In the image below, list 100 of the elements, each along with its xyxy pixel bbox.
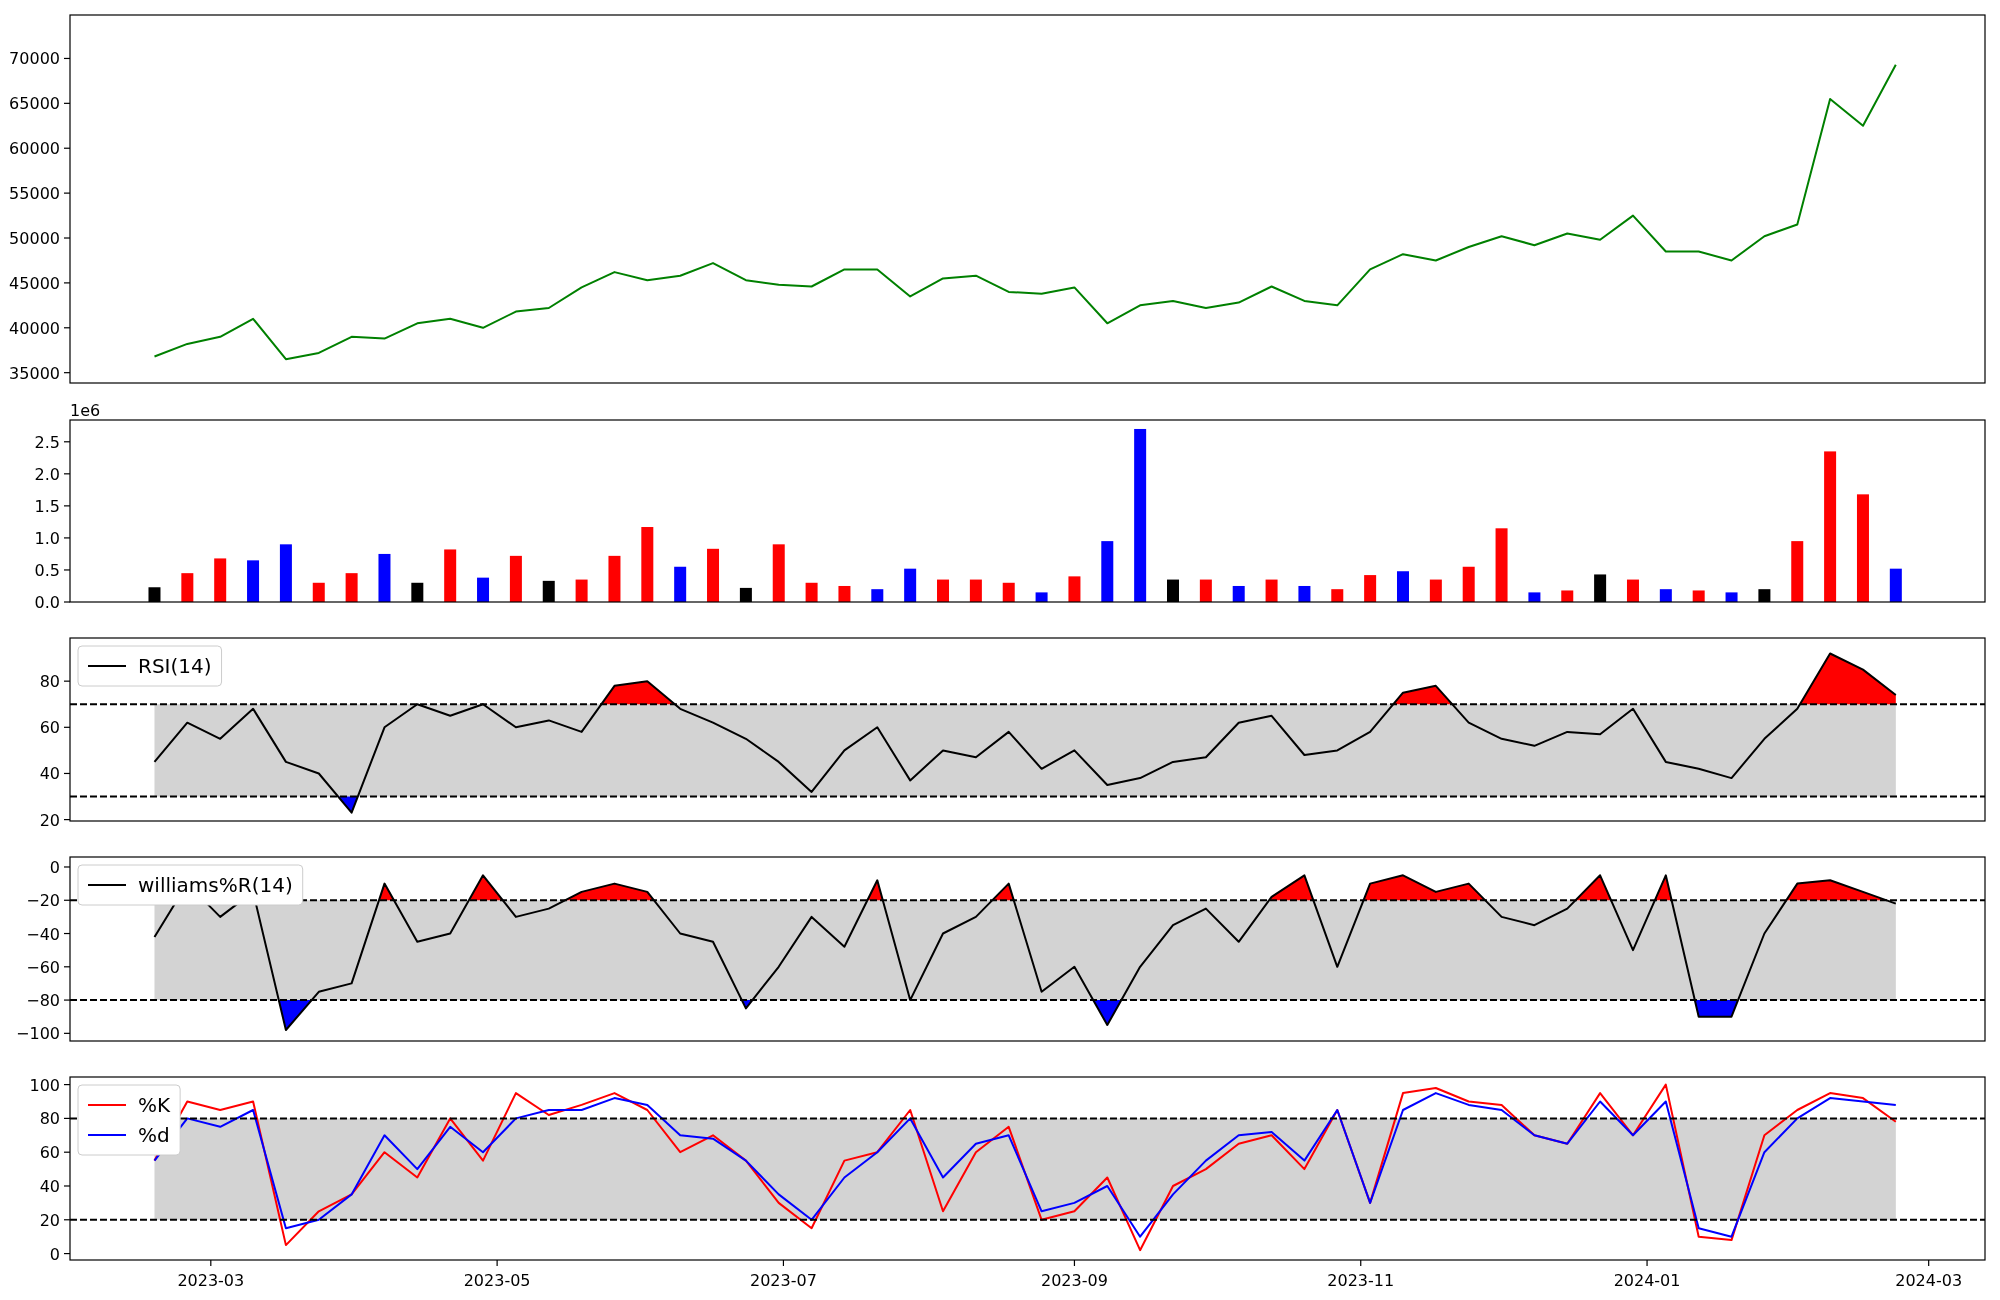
- tick-mark: [1928, 1259, 1930, 1267]
- tick-mark: [63, 601, 71, 603]
- tick-mark: [63, 1117, 71, 1119]
- y-tick-label: 60: [39, 718, 60, 738]
- volume-bar: [937, 579, 949, 602]
- tick-mark: [63, 999, 71, 1001]
- y-tick-label: 55000: [9, 184, 60, 204]
- y-tick-label: 20: [39, 810, 60, 830]
- tick-mark: [63, 102, 71, 104]
- y-tick-label: 50000: [9, 229, 60, 248]
- y-tick-label: 60000: [9, 139, 60, 159]
- tick-mark: [63, 866, 71, 868]
- y-tick-label: 0.0: [34, 593, 60, 612]
- volume-bar: [1101, 541, 1114, 602]
- tick-mark: [210, 1259, 212, 1267]
- volume-bar: [1364, 575, 1377, 602]
- y-tick-label: 45000: [9, 273, 60, 293]
- volume-bar: [1692, 590, 1705, 602]
- volume-bar: [477, 577, 490, 602]
- y-tick-label: −100: [16, 1024, 60, 1044]
- tick-mark: [63, 1253, 71, 1255]
- y-tick-label: 80: [39, 672, 60, 692]
- y-tick-label: 2.0: [34, 464, 60, 484]
- volume-bar: [674, 566, 687, 602]
- volume-bar: [575, 579, 588, 602]
- volume-bar: [1265, 579, 1278, 602]
- tick-mark: [63, 726, 71, 728]
- y-tick-label: 1.0: [34, 528, 60, 548]
- tick-mark: [63, 819, 71, 821]
- tick-mark: [1646, 1259, 1648, 1267]
- volume-bar: [1528, 592, 1541, 602]
- tick-mark: [63, 473, 71, 475]
- tick-mark: [63, 966, 71, 968]
- volume-bar: [312, 582, 325, 602]
- legend-label: %d: [138, 1123, 170, 1147]
- tick-mark: [63, 1219, 71, 1221]
- volume-bar: [969, 579, 982, 602]
- volume-bar: [411, 582, 424, 602]
- y-tick-label: 2.5: [34, 432, 60, 452]
- volume-bar: [1791, 541, 1804, 602]
- volume-bar: [1725, 592, 1738, 602]
- y-tick-label: 40: [39, 764, 60, 784]
- volume-bar: [1199, 579, 1212, 602]
- x-tick-label: 2023-09: [1041, 1271, 1108, 1290]
- volume-bar: [1429, 579, 1442, 602]
- y-tick-label: 70000: [9, 49, 60, 69]
- tick-mark: [496, 1259, 498, 1267]
- tick-mark: [63, 192, 71, 194]
- volume-bar: [1594, 574, 1607, 602]
- volume-bar: [1397, 571, 1409, 602]
- volume-bar: [279, 544, 292, 602]
- volume-bar: [1002, 582, 1015, 602]
- tick-mark: [63, 372, 71, 374]
- y-tick-label: 65000: [9, 94, 60, 114]
- volume-bar: [772, 544, 785, 602]
- y-tick-label: 0.5: [34, 560, 60, 580]
- volume-bar: [345, 573, 358, 602]
- tick-mark: [63, 147, 71, 149]
- tick-mark: [63, 1185, 71, 1187]
- tick-mark: [63, 282, 71, 284]
- tick-mark: [63, 237, 71, 239]
- legend-label: RSI(14): [138, 654, 212, 678]
- volume-bar: [1889, 568, 1902, 602]
- volume-bar: [247, 560, 260, 602]
- volume-bar: [542, 580, 555, 602]
- volume-bar: [707, 548, 720, 602]
- x-tick-label: 2023-07: [750, 1271, 817, 1290]
- tick-mark: [63, 1151, 71, 1153]
- y-tick-label: −40: [26, 924, 60, 944]
- tick-mark: [63, 505, 71, 507]
- legend-label: williams%R(14): [138, 873, 293, 897]
- tick-mark: [63, 441, 71, 443]
- y-tick-label: 100: [29, 1075, 60, 1095]
- volume-bar: [1167, 579, 1179, 602]
- y-tick-label: 40: [39, 1177, 60, 1196]
- volume-bar: [1462, 566, 1475, 602]
- tick-mark: [63, 57, 71, 60]
- volume-bar: [378, 553, 391, 602]
- x-tick-label: 2024-01: [1613, 1271, 1681, 1290]
- tick-mark: [63, 1084, 71, 1086]
- y-tick-label: 60: [39, 1143, 60, 1163]
- tick-mark: [63, 569, 71, 571]
- tick-mark: [63, 680, 71, 682]
- tick-mark: [63, 932, 71, 935]
- volume-bar: [805, 582, 818, 602]
- tick-mark: [1073, 1259, 1076, 1267]
- y-tick-label: 35000: [9, 363, 60, 383]
- tick-mark: [63, 772, 71, 775]
- y-tick-label: 1.5: [34, 496, 60, 516]
- y-tick-label: 0: [49, 1244, 60, 1264]
- volume-bar: [1561, 590, 1574, 602]
- tick-mark: [63, 1032, 71, 1034]
- volume-bar: [904, 568, 917, 602]
- tick-mark: [63, 537, 71, 539]
- tick-mark: [782, 1259, 785, 1267]
- x-tick-label: 2023-05: [463, 1271, 531, 1290]
- tick-mark: [1360, 1259, 1362, 1267]
- x-tick-label: 2024-03: [1895, 1271, 1963, 1290]
- volume-bar: [608, 555, 621, 602]
- volume-bar: [214, 558, 227, 602]
